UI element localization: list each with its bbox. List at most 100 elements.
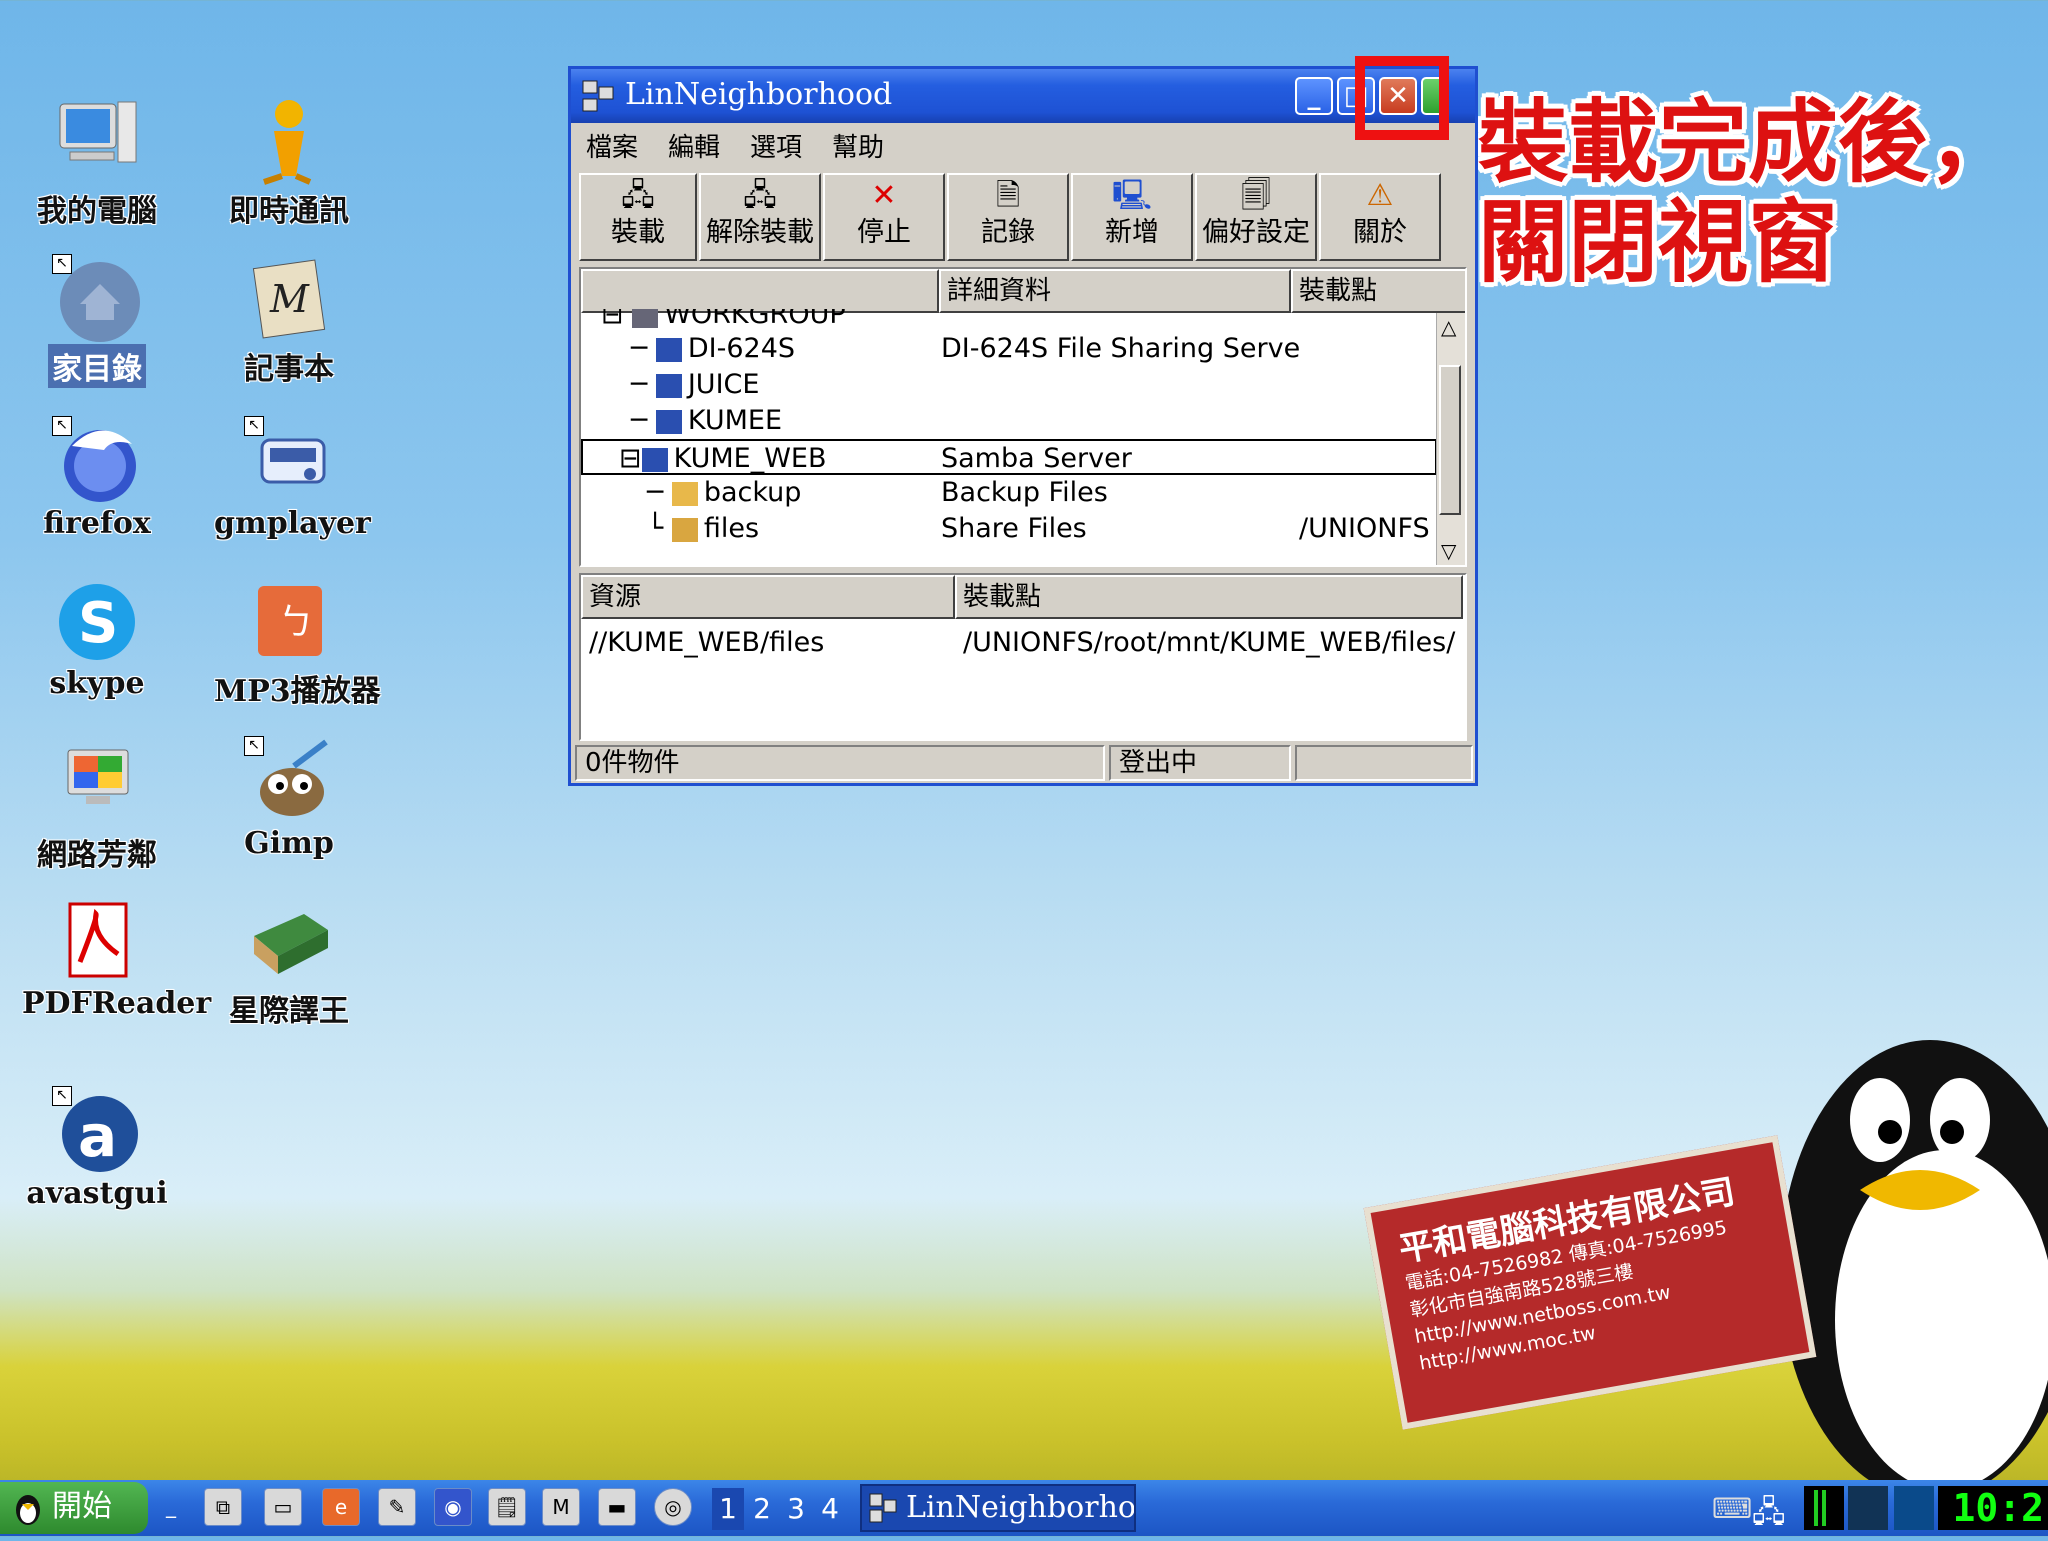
collapse-icon: ⊟ (619, 443, 642, 474)
stop-button[interactable]: ✕ 停止 (823, 173, 945, 261)
desktop-icon-mp3-player[interactable]: ㄅ MP3播放器 (214, 576, 381, 710)
scroll-up-icon[interactable]: △ (1441, 315, 1456, 339)
media-icon[interactable]: ▬ (598, 1488, 636, 1526)
desktop-icon-label: 家目錄 (48, 344, 146, 388)
unmount-button[interactable]: 🖧 解除裝載 (699, 173, 821, 261)
tree-scrollbar[interactable]: △ ▽ (1436, 313, 1465, 565)
mplayer-icon: ↖ (244, 416, 334, 506)
desktop-icon-skype[interactable]: S skype (22, 576, 172, 701)
tree-item-mount: /UNIONFS (1299, 513, 1430, 544)
mount-button[interactable]: 🖧 裝載 (579, 173, 697, 261)
tree-row-backup[interactable]: ─ backup Backup Files (581, 475, 1437, 511)
avast-icon: ↖ a (52, 1086, 142, 1176)
minimize-button[interactable]: _ (1295, 77, 1333, 115)
desktop-icon-messenger[interactable]: 即時通訊 (214, 96, 364, 230)
unmount-icon: 🖧 (743, 178, 777, 213)
scroll-thumb[interactable] (1439, 365, 1461, 515)
menu-options[interactable]: 選項 (735, 123, 817, 164)
desktop-icon-gmplayer[interactable]: ↖ gmplayer (214, 416, 371, 541)
show-desktop-icon[interactable]: _ (152, 1488, 190, 1526)
tree-item-detail: DI-624S File Sharing Serve (941, 333, 1301, 364)
keyboard-icon[interactable]: ⌨ (1712, 1492, 1752, 1525)
toolbar-label: 裝載 (611, 217, 665, 248)
desktop-icon-my-computer[interactable]: 我的電腦 (22, 96, 172, 230)
tree-item-detail: Backup Files (941, 477, 1108, 508)
folder-icon (671, 481, 698, 506)
annotation-callout: 裝載完成後， 關閉視窗 (1478, 92, 2018, 292)
tree-row-files[interactable]: └ files Share Files /UNIONFS (581, 511, 1437, 547)
firefox-icon: ↖ (52, 416, 142, 506)
desktop-icon-dictionary[interactable]: 星際譯王 (214, 896, 364, 1030)
svg-text:ㄅ: ㄅ (278, 602, 314, 643)
mount-header-mountpoint[interactable]: 裝載點 (955, 575, 1463, 619)
mount-point[interactable]: /UNIONFS/root/mnt/KUME_WEB/files/ (963, 627, 1455, 658)
desktop-icon-gimp[interactable]: ↖ Gimp (214, 736, 364, 861)
taskbar-window-button[interactable]: LinNeighborho... (860, 1484, 1136, 1532)
cd-icon[interactable]: ◎ (654, 1488, 692, 1526)
menu-edit[interactable]: 編輯 (653, 123, 735, 164)
tree-row-kumee[interactable]: ─ KUMEE (581, 403, 1437, 439)
log-button[interactable]: 🗎 記錄 (947, 173, 1069, 261)
clock[interactable]: 10:2 (1938, 1486, 2048, 1530)
shortcut-arrow-icon: ↖ (52, 254, 72, 274)
annotation-line-2: 關閉視窗 (1478, 189, 1838, 295)
collapse-icon: ⊟ (601, 309, 624, 330)
window-titlebar[interactable]: LinNeighborhood _ □ ✕ (571, 69, 1475, 123)
desktop-icon-home[interactable]: ↖ 家目錄 (22, 254, 172, 388)
menu-file[interactable]: 檔案 (571, 123, 653, 164)
scroll-down-icon[interactable]: ▽ (1441, 539, 1456, 563)
tree-item-name: backup (703, 477, 802, 508)
tree-row-di624s[interactable]: ─ DI-624S DI-624S File Sharing Serve (581, 331, 1437, 367)
desktop-icon-label: skype (49, 666, 145, 701)
mount-header-resource[interactable]: 資源 (581, 575, 955, 619)
desktop-icon-network[interactable]: 網路芳鄰 (22, 740, 172, 874)
desktop-icon-label: 記事本 (244, 352, 334, 387)
tree-row-juice[interactable]: ─ JUICE (581, 367, 1437, 403)
cpu-monitor-icon[interactable] (1804, 1486, 1844, 1530)
workspace-2[interactable]: 2 (746, 1488, 778, 1530)
gimp-icon: ↖ (244, 736, 334, 826)
menu-help[interactable]: 幫助 (817, 123, 899, 164)
toolbar-label: 偏好設定 (1202, 217, 1310, 248)
tree-row-workgroup[interactable]: ⊟ WORKGROUP (581, 309, 1437, 331)
mount-resource[interactable]: //KUME_WEB/files (589, 627, 824, 658)
svg-text:M: M (269, 277, 310, 321)
minimize-icon: _ (1307, 81, 1321, 111)
about-icon: ⚠ (1366, 178, 1394, 213)
terminal-icon[interactable]: ▭ (264, 1488, 302, 1526)
mail-icon[interactable]: M (542, 1488, 580, 1526)
start-button[interactable]: 開始 (0, 1482, 148, 1534)
desktop-icon-avastgui[interactable]: ↖ a avastgui (22, 1086, 172, 1211)
computer-small-icon (655, 409, 682, 434)
dictionary-icon (244, 896, 334, 986)
bookmark-icon[interactable]: e (322, 1488, 360, 1526)
tree-header-mount[interactable]: 裝載點 (1291, 269, 1465, 313)
workspace-4[interactable]: 4 (814, 1488, 846, 1530)
workspace-1[interactable]: 1 (712, 1488, 744, 1530)
memory-monitor-icon[interactable] (1848, 1486, 1888, 1530)
tree-header-details[interactable]: 詳細資料 (939, 269, 1291, 313)
shortcut-arrow-icon: ↖ (52, 1086, 72, 1106)
preferences-button[interactable]: 🗐 偏好設定 (1195, 173, 1317, 261)
network-status-icon[interactable]: 🖧 (1752, 1490, 1785, 1541)
start-label: 開始 (52, 1489, 112, 1524)
workspace-3[interactable]: 3 (780, 1488, 812, 1530)
add-button[interactable]: 🖳 新增 (1071, 173, 1193, 261)
desktop-icon-firefox[interactable]: ↖ firefox (22, 416, 172, 541)
tree-header-name[interactable] (581, 269, 939, 313)
about-button[interactable]: ⚠ 關於 (1319, 173, 1441, 261)
tree-item-detail: Share Files (941, 513, 1087, 544)
load-monitor-icon[interactable] (1894, 1486, 1934, 1530)
network-tree: 詳細資料 裝載點 ⊟ WORKGROUP ─ DI-624S DI-624S F… (579, 267, 1467, 567)
firefox-launcher-icon[interactable]: ◉ (434, 1488, 472, 1526)
editor-icon[interactable]: ✎ (378, 1488, 416, 1526)
desktop-icon-notepad[interactable]: M 記事本 (214, 254, 364, 388)
tree-row-kume-web[interactable]: ⊟ KUME_WEB Samba Server (581, 439, 1437, 475)
close-highlight-box (1355, 56, 1449, 140)
notes-icon[interactable]: 🗒 (488, 1488, 526, 1526)
desktop-icon-label: Gimp (244, 826, 334, 861)
desktop-icon-pdfreader[interactable]: PDFReader (22, 896, 211, 1021)
windows-list-icon[interactable]: ⧉ (204, 1488, 242, 1526)
tree-item-name: files (703, 513, 760, 544)
log-icon: 🗎 (995, 178, 1021, 213)
